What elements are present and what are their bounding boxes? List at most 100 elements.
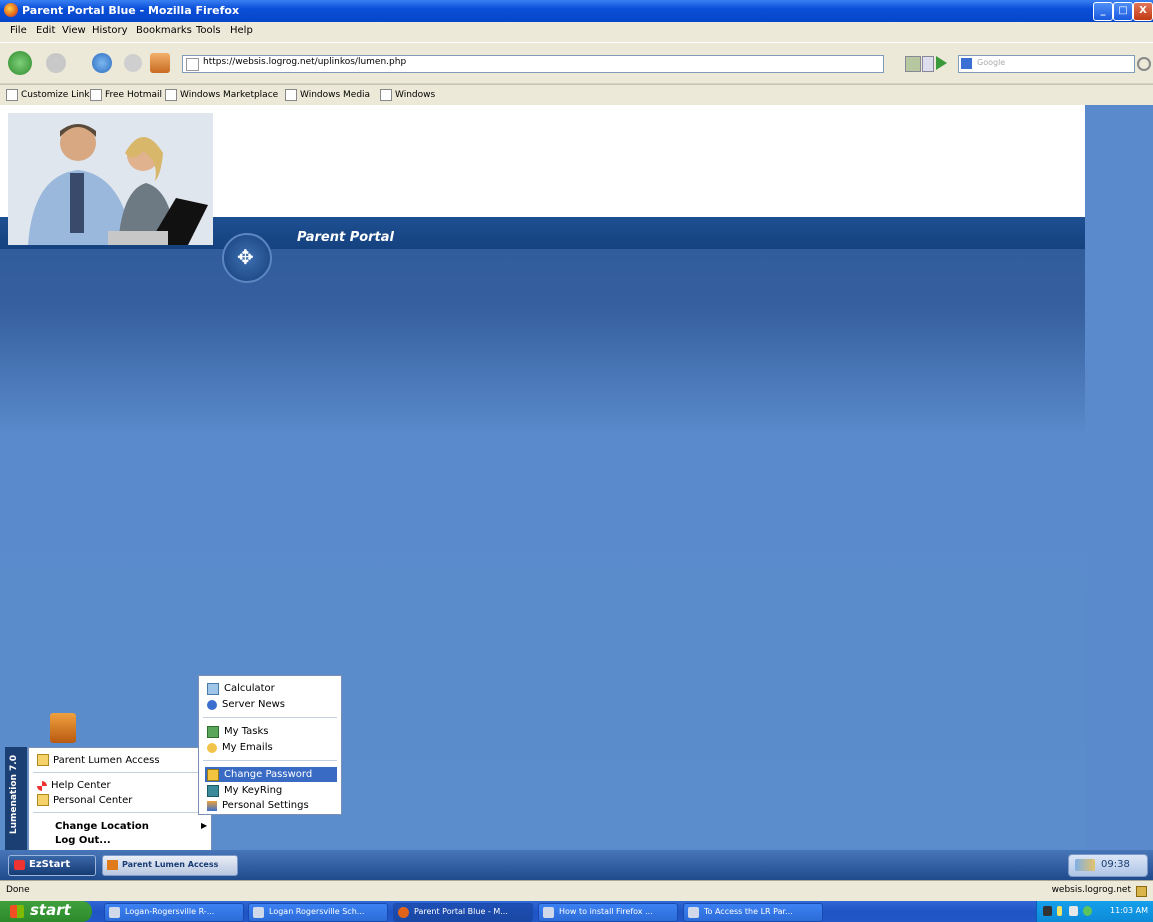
menu-item-help-center[interactable]: Help Center: [37, 780, 111, 791]
submenu-divider: [203, 717, 337, 718]
lumen-taskbar: EzStart Parent Lumen Access 09:38: [0, 850, 1153, 880]
taskbar-window-parent-lumen-access[interactable]: Parent Lumen Access: [102, 855, 238, 876]
status-text: Done: [6, 885, 30, 895]
url-text: https://websis.logrog.net/uplinkos/lumen…: [203, 57, 407, 67]
menu-bookmarks[interactable]: Bookmarks: [136, 25, 192, 36]
portal-emblem: ✥: [222, 233, 272, 283]
word-doc-icon: [688, 907, 699, 918]
bookmark-page-icon: [285, 89, 297, 101]
bookmark-page-icon: [6, 89, 18, 101]
bookmark-page-icon: [90, 89, 102, 101]
menu-edit[interactable]: Edit: [36, 25, 55, 36]
right-band: [1085, 105, 1153, 850]
lumen-side-label: Lumenation 7.0: [5, 747, 27, 850]
taskbar-item-5[interactable]: To Access the LR Par...: [683, 903, 823, 922]
search-field[interactable]: Google: [958, 55, 1135, 73]
lumen-clock-time: 09:38: [1101, 859, 1130, 870]
settings-icon: [207, 800, 217, 811]
submenu-item-personal-settings[interactable]: Personal Settings: [205, 798, 337, 813]
taskbar-item-label: Logan-Rogersville R-...: [125, 907, 215, 916]
personal-center-submenu: Calculator Server News My Tasks My Email…: [198, 675, 342, 815]
tray-speaker-icon[interactable]: [1069, 906, 1078, 916]
home-button[interactable]: [150, 53, 170, 73]
submenu-item-server-news[interactable]: Server News: [205, 697, 337, 712]
submenu-divider: [203, 760, 337, 761]
menu-item-change-location[interactable]: Change Location: [55, 821, 149, 832]
submenu-item-change-password[interactable]: Change Password: [205, 767, 337, 782]
desktop-app-icon[interactable]: [50, 713, 76, 743]
calculator-icon: [207, 682, 219, 695]
minimize-button[interactable]: _: [1093, 2, 1113, 21]
close-button[interactable]: X: [1133, 2, 1153, 21]
navigation-toolbar: https://websis.logrog.net/uplinkos/lumen…: [0, 43, 1153, 83]
padlock-icon[interactable]: [1136, 886, 1147, 897]
reload-button[interactable]: [92, 53, 112, 73]
search-icon[interactable]: [1137, 57, 1151, 71]
window-titlebar[interactable]: Parent Portal Blue - Mozilla Firefox _ □…: [0, 0, 1153, 22]
submenu-item-label: My KeyRing: [224, 785, 283, 796]
tray-status-icon: [1075, 859, 1095, 871]
word-doc-icon: [543, 907, 554, 918]
ezstart-button[interactable]: EzStart: [8, 855, 96, 876]
taskbar-clock: 11:03 AM: [1110, 906, 1148, 915]
lock-icon: [207, 768, 219, 781]
bookmark-windows[interactable]: Windows: [380, 89, 435, 101]
bookmark-windows-marketplace[interactable]: Windows Marketplace: [165, 89, 278, 101]
bookmark-customize-links[interactable]: Customize Links: [6, 89, 94, 101]
people-illustration: [8, 113, 213, 245]
taskbar-item-label: How to install Firefox ...: [559, 907, 653, 916]
keyring-icon: [207, 784, 219, 797]
bookmark-label: Windows Marketplace: [180, 90, 279, 100]
submenu-item-label: Server News: [222, 699, 285, 710]
menu-history[interactable]: History: [92, 25, 128, 36]
menu-item-log-out[interactable]: Log Out...: [55, 835, 111, 846]
dropdown-arrow-icon[interactable]: [922, 56, 934, 72]
go-icon[interactable]: [936, 56, 947, 70]
menu-item-parent-lumen-access[interactable]: Parent Lumen Access: [37, 754, 160, 766]
tray-network-icon[interactable]: [1057, 906, 1062, 916]
tray-security-icon[interactable]: [1083, 906, 1092, 916]
lumen-clock: 09:38: [1068, 854, 1148, 877]
lumen-version-label: Lumenation 7.0: [9, 755, 19, 835]
firefox-icon: [398, 907, 409, 918]
tray-app-icon[interactable]: [1043, 906, 1052, 916]
submenu-item-label: Calculator: [224, 683, 275, 694]
submenu-item-my-emails[interactable]: My Emails: [205, 740, 337, 755]
browser-status-bar: Done websis.logrog.net: [0, 880, 1153, 901]
stop-button[interactable]: [124, 54, 142, 72]
menu-item-label: Help Center: [51, 780, 111, 791]
windows-taskbar: start Logan-Rogersville R-... Logan Roge…: [0, 901, 1153, 922]
taskbar-item-4[interactable]: How to install Firefox ...: [538, 903, 678, 922]
start-button[interactable]: start: [0, 901, 92, 922]
taskbar-item-2[interactable]: Logan Rogersville Sch...: [248, 903, 388, 922]
back-button[interactable]: [8, 51, 32, 75]
taskbar-item-label: Parent Portal Blue - M...: [414, 907, 508, 916]
menu-view[interactable]: View: [62, 25, 86, 36]
forward-button[interactable]: [46, 53, 66, 73]
lifebuoy-icon: [37, 780, 47, 791]
url-field[interactable]: https://websis.logrog.net/uplinkos/lumen…: [182, 55, 884, 73]
firefox-icon: [4, 3, 18, 17]
bookmark-page-icon: [380, 89, 392, 101]
bookmark-free-hotmail[interactable]: Free Hotmail: [90, 89, 162, 101]
menu-item-personal-center[interactable]: Personal Center: [37, 794, 132, 806]
email-icon: [207, 742, 217, 753]
bookmark-windows-media[interactable]: Windows Media: [285, 89, 370, 101]
maximize-button[interactable]: □: [1113, 2, 1133, 21]
bookmark-page-icon: [165, 89, 177, 101]
taskbar-item-1[interactable]: Logan-Rogersville R-...: [104, 903, 244, 922]
menu-file[interactable]: File: [10, 25, 27, 36]
lumen-start-menu: Parent Lumen Access Help Center Personal…: [28, 747, 212, 852]
bookmark-label: Customize Links: [21, 90, 95, 100]
news-icon: [207, 699, 217, 710]
submenu-item-calculator[interactable]: Calculator: [205, 681, 337, 696]
menu-help[interactable]: Help: [230, 25, 253, 36]
menu-tools[interactable]: Tools: [196, 25, 221, 36]
bookmark-label: Free Hotmail: [105, 90, 163, 100]
taskbar-item-3[interactable]: Parent Portal Blue - M...: [393, 903, 533, 922]
submenu-item-my-keyring[interactable]: My KeyRing: [205, 783, 337, 798]
submenu-item-my-tasks[interactable]: My Tasks: [205, 724, 337, 739]
folder-icon: [37, 794, 49, 806]
page-icon: [186, 58, 199, 71]
menu-item-label: Change Location: [55, 821, 149, 832]
